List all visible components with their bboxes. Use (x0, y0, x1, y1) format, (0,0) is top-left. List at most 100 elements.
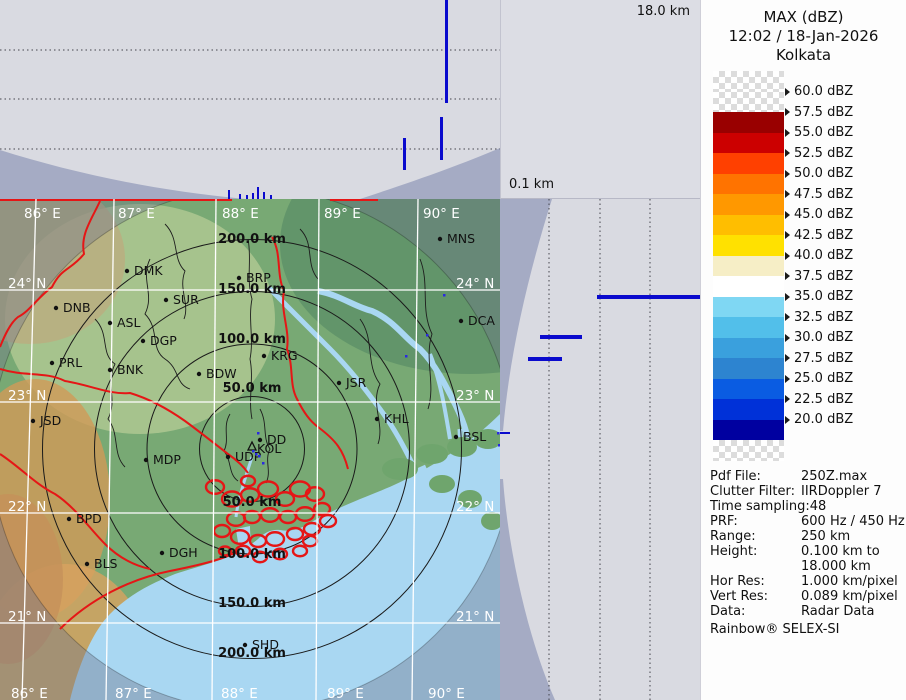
scale-swatch-35 (713, 297, 784, 318)
station-marker-JSR (337, 381, 341, 385)
echo-profile-bar (440, 117, 443, 160)
longitude-label: 90° E (423, 206, 460, 222)
echo-profile-bar (500, 432, 510, 434)
station-marker-KHL (375, 417, 379, 421)
echo-profile-bar (263, 192, 265, 199)
station-marker-SUR (164, 298, 168, 302)
top-panel-background (0, 0, 500, 199)
height-axis-max-label: 18.0 km (637, 4, 690, 19)
scale-swatch-25 (713, 379, 784, 400)
product-title: MAX (dBZ) (701, 8, 906, 27)
map-echo-speckle (258, 455, 261, 458)
scale-label-32.5: 32.5 dBZ (785, 310, 853, 324)
radar-site-label: KOL (257, 441, 281, 456)
scale-tick-icon (785, 252, 790, 260)
scale-tick-icon (785, 88, 790, 96)
station-marker-SHD (243, 643, 247, 647)
scale-tick-icon (785, 334, 790, 342)
station-label-DGP: DGP (150, 333, 177, 348)
map-echo-speckle (257, 432, 260, 435)
station-marker-BRP (237, 276, 241, 280)
scale-label-52.5: 52.5 dBZ (785, 146, 853, 160)
scale-swatch-37.5 (713, 276, 784, 297)
longitude-label: 86° E (24, 206, 61, 222)
echo-profile-bar (228, 190, 230, 199)
info-row: Range:250 km (710, 529, 902, 544)
scale-swatch-50 (713, 174, 784, 195)
software-brand: Rainbow® SELEX-SI (710, 622, 902, 637)
scale-swatch-42.5 (713, 235, 784, 256)
station-label-SHD: SHD (252, 637, 279, 652)
scale-label-50: 50.0 dBZ (785, 167, 853, 181)
longitude-label: 87° E (115, 686, 152, 700)
top-height-projection-panel[interactable] (0, 0, 500, 199)
station-label-MDP: MDP (153, 452, 181, 467)
station-marker-BNK (108, 368, 112, 372)
height-axis-min-label: 0.1 km (509, 177, 554, 192)
scale-swatch-32.5 (713, 317, 784, 338)
station-marker-BLS (85, 562, 89, 566)
radar-map-panel[interactable]: 86° E87° E88° E89° E90° E86° E87° E88° E… (0, 199, 500, 700)
scale-swatch-55 (713, 133, 784, 154)
station-marker-MNS (438, 237, 442, 241)
site-name: Kolkata (701, 46, 906, 65)
station-label-DCA: DCA (468, 313, 495, 328)
longitude-label: 89° E (324, 206, 361, 222)
map-echo-speckle (426, 334, 429, 337)
echo-profile-bar (445, 0, 448, 103)
station-label-KRG: KRG (271, 348, 298, 363)
station-label-BNK: BNK (117, 362, 144, 377)
station-marker-ASL (108, 321, 112, 325)
info-row: 18.000 km (710, 559, 902, 574)
range-ring-label: 50.0 km (223, 495, 282, 510)
station-marker-JSD (31, 419, 35, 423)
range-ring-label: 150.0 km (218, 596, 286, 611)
scale-label-40: 40.0 dBZ (785, 249, 853, 263)
scale-tick-icon (785, 190, 790, 198)
scale-label-57.5: 57.5 dBZ (785, 105, 853, 119)
scale-label-55: 55.0 dBZ (785, 126, 853, 140)
legend-panel: MAX (dBZ) 12:02 / 18-Jan-2026 Kolkata 60… (700, 0, 906, 700)
scale-label-60: 60.0 dBZ (785, 85, 853, 99)
station-marker-DGP (141, 339, 145, 343)
info-row: Data:Radar Data (710, 604, 902, 619)
info-row: Hor Res:1.000 km/pixel (710, 574, 902, 589)
latitude-label: 21° N (456, 609, 494, 625)
scale-swatch-60 (713, 92, 784, 113)
longitude-label: 86° E (11, 686, 48, 700)
range-ring-label: 50.0 km (223, 381, 282, 396)
right-height-projection-panel[interactable] (500, 199, 700, 700)
echo-profile-bar (540, 335, 582, 339)
corner-area: 18.0 km 0.1 km (500, 0, 700, 199)
scale-swatch-22.5 (713, 399, 784, 420)
echo-profile-bar (257, 187, 259, 199)
latitude-label: 23° N (8, 388, 46, 404)
scale-tick-icon (785, 416, 790, 424)
scale-swatch-20 (713, 420, 784, 441)
station-label-BPD: BPD (76, 511, 102, 526)
latitude-label: 21° N (8, 609, 46, 625)
echo-profile-bar (597, 295, 700, 299)
info-row: Time sampling:48 (710, 499, 902, 514)
station-marker-DMK (125, 269, 129, 273)
scale-tick-icon (785, 293, 790, 301)
station-marker-PRL (50, 361, 54, 365)
scale-tick-icon (785, 211, 790, 219)
info-row: Height:0.100 km to (710, 544, 902, 559)
station-marker-DGH (160, 551, 164, 555)
datetime-label: 12:02 / 18-Jan-2026 (701, 27, 906, 46)
latitude-label: 22° N (456, 499, 494, 515)
longitude-label: 88° E (221, 686, 258, 700)
info-row: Pdf File:250Z.max (710, 469, 902, 484)
scale-swatch-overflow (713, 440, 784, 461)
station-label-SUR: SUR (173, 292, 199, 307)
longitude-label: 90° E (428, 686, 465, 700)
scale-swatch-overflow (713, 71, 784, 92)
product-info: Pdf File:250Z.maxClutter Filter:IIRDoppl… (710, 469, 902, 637)
station-marker-MDP (144, 458, 148, 462)
scale-label-35: 35.0 dBZ (785, 290, 853, 304)
scale-swatch-40 (713, 256, 784, 277)
station-label-DMK: DMK (134, 263, 163, 278)
station-marker-BDW (197, 372, 201, 376)
map-echo-speckle (255, 453, 258, 456)
